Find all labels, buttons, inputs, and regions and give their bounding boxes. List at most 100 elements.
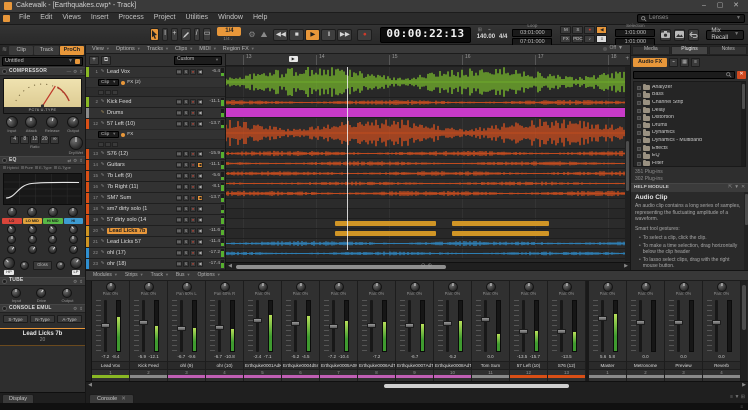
bus-name[interactable]: Preview — [665, 361, 702, 369]
plugin-folder-item[interactable]: Dynamics - Multiband — [634, 137, 745, 145]
zoom-out-icon[interactable]: ⊖ — [421, 263, 426, 269]
console-type-button[interactable]: S-Type — [3, 315, 28, 323]
browser-tab[interactable]: Notes — [709, 46, 747, 55]
automation-read-button[interactable] — [98, 90, 104, 95]
solo-button[interactable]: S — [183, 261, 189, 267]
pan-knob[interactable] — [220, 282, 230, 292]
filter-freq-knob[interactable] — [20, 261, 29, 270]
audio-clip-row[interactable] — [226, 209, 630, 219]
automation-write-button[interactable] — [105, 142, 111, 147]
eq-mode-option[interactable]: Hybrid — [3, 166, 19, 171]
expand-icon[interactable]: ⇕ — [79, 279, 83, 284]
draw-tool-button[interactable]: / — [194, 28, 200, 41]
channel-name[interactable]: S76 (12) — [548, 361, 585, 369]
input-echo-button[interactable]: ◀ — [197, 162, 203, 168]
audio-clip-row[interactable] — [226, 98, 630, 108]
track-row[interactable]: 23 ∿ ohr (18) M S ● ◀ -17.4 — [86, 259, 225, 270]
ruler-add-icon[interactable]: + — [625, 56, 629, 63]
band-label[interactable]: HI MID — [43, 218, 63, 224]
midi-button[interactable]: ♪ — [584, 35, 595, 43]
input-echo-button[interactable]: ◀ — [197, 173, 203, 179]
mute-button[interactable]: M — [176, 206, 182, 212]
input-echo-button[interactable]: ◀ — [197, 69, 203, 75]
mute-button[interactable]: M — [176, 195, 182, 201]
snap-resolution[interactable]: 1/4 ♩ — [223, 36, 235, 41]
add-track-button[interactable]: + — [89, 56, 99, 65]
chevron-down-icon[interactable]: ▼ — [734, 185, 739, 191]
audio-clip-row[interactable] — [226, 67, 630, 98]
collapse-icon[interactable]: — — [67, 69, 72, 74]
dock-menu-icon[interactable]: ≡ ▼ ⊞ — [730, 394, 745, 400]
lp-filter-knob[interactable] — [68, 254, 85, 271]
track-row[interactable]: 17 ∿ SM7 Sum M S ● ◀ -13.7 — [86, 193, 225, 204]
volume-fader[interactable] — [256, 300, 259, 352]
track-name[interactable]: 7b Right (11) — [107, 184, 175, 190]
arm-button[interactable]: ● — [190, 261, 196, 267]
freeze-button[interactable] — [112, 90, 118, 95]
track-name[interactable]: 7b Left (9) — [107, 173, 175, 179]
attack-knob[interactable] — [25, 116, 37, 128]
expand-toggle-icon[interactable] — [637, 124, 641, 128]
loop-start-time[interactable]: 03:01:000 — [512, 29, 552, 37]
solo-all-button[interactable]: S — [572, 26, 583, 34]
input-echo-button[interactable]: ◀ — [197, 228, 203, 234]
browser-tab[interactable]: Plugins — [671, 46, 709, 55]
plugin-folder-item[interactable]: Bass — [634, 92, 745, 100]
band-gain-knob[interactable] — [68, 207, 78, 217]
fx-bypass-icon[interactable] — [121, 81, 125, 85]
audio-clip-row[interactable] — [226, 249, 630, 259]
tab-console[interactable]: Console✕ — [89, 394, 134, 403]
arm-all-button[interactable]: ● — [584, 26, 595, 34]
expand-toggle-icon[interactable] — [637, 86, 641, 90]
eq-mode-option[interactable]: G-Type — [54, 166, 71, 171]
power-icon[interactable] — [2, 306, 7, 311]
pan-knob[interactable] — [144, 282, 154, 292]
tab-clip[interactable]: Clip — [9, 46, 33, 55]
mute-button[interactable]: M — [176, 151, 182, 157]
channel-name[interactable]: Erthquke0006AdT — [358, 361, 395, 369]
volume-fader[interactable] — [180, 300, 183, 352]
tempo-tap-icon[interactable]: ⊞ — [477, 28, 483, 34]
clips-canvas[interactable] — [226, 67, 630, 259]
track-row[interactable]: ∿ Drums M S ● ◀ — [86, 108, 225, 119]
pdc-button[interactable]: PDC — [572, 35, 583, 43]
plugin-search-input[interactable] — [633, 71, 735, 79]
time-ruler[interactable]: 131415161718 ▶ + — [226, 54, 630, 66]
now-marker-icon[interactable]: ▶ — [289, 56, 298, 62]
arm-button[interactable]: ● — [190, 217, 196, 223]
expand-toggle-icon[interactable] — [637, 93, 641, 97]
expand-toggle-icon[interactable] — [637, 109, 641, 113]
edit-filter-dropdown[interactable]: Clip▼ — [98, 131, 119, 138]
band-freq-knob[interactable] — [5, 223, 18, 236]
clips-vertical-scrollbar[interactable] — [625, 67, 630, 261]
plugin-folder-item[interactable]: Analyzer — [634, 84, 745, 92]
track-row[interactable]: 21 ∿ Lead Licks 57 M S ● ◀ -11.4 — [86, 237, 225, 248]
input-echo-button[interactable]: ◀ — [197, 206, 203, 212]
rack-icon[interactable]: ▦ — [680, 58, 689, 67]
fx-rack-label[interactable]: FX — [127, 132, 133, 138]
track-row[interactable]: 16 ∿ 7b Right (11) M S ● ◀ -8.1 — [86, 182, 225, 193]
volume-fader[interactable] — [560, 300, 563, 352]
gear-icon[interactable]: ⚙ — [73, 158, 77, 163]
prochannel-preset-box[interactable]: Untitled ▼ — [2, 57, 83, 66]
app-menu-icon[interactable] — [3, 15, 10, 22]
scrollbar-thumb[interactable] — [236, 265, 446, 269]
edit-filter-dropdown[interactable]: Clip▼ — [98, 79, 119, 86]
arm-button[interactable]: ● — [190, 110, 196, 116]
volume-fader[interactable] — [408, 300, 411, 352]
track-row[interactable]: 1 ∿ Lead Vox M S ● ◀ -6.4 — [86, 67, 225, 97]
track-name[interactable]: Lead Vox — [107, 69, 175, 75]
channel-name[interactable]: ohl (9) — [168, 361, 205, 369]
pan-knob[interactable] — [106, 282, 116, 292]
menu-item[interactable]: File — [14, 14, 35, 22]
mute-button[interactable]: M — [176, 173, 182, 179]
scrollbar-thumb[interactable] — [384, 384, 569, 388]
track-name[interactable]: SM7 Sum — [107, 195, 175, 201]
selection-start-time[interactable]: 1:01:000 — [615, 29, 655, 37]
preset-save-icon[interactable] — [75, 59, 80, 64]
mute-button[interactable]: M — [176, 239, 182, 245]
solo-button[interactable]: S — [183, 184, 189, 190]
freeze-button[interactable] — [112, 142, 118, 147]
channel-name[interactable]: Erthquke0001AdKc — [244, 361, 281, 369]
arm-button[interactable]: ● — [190, 250, 196, 256]
